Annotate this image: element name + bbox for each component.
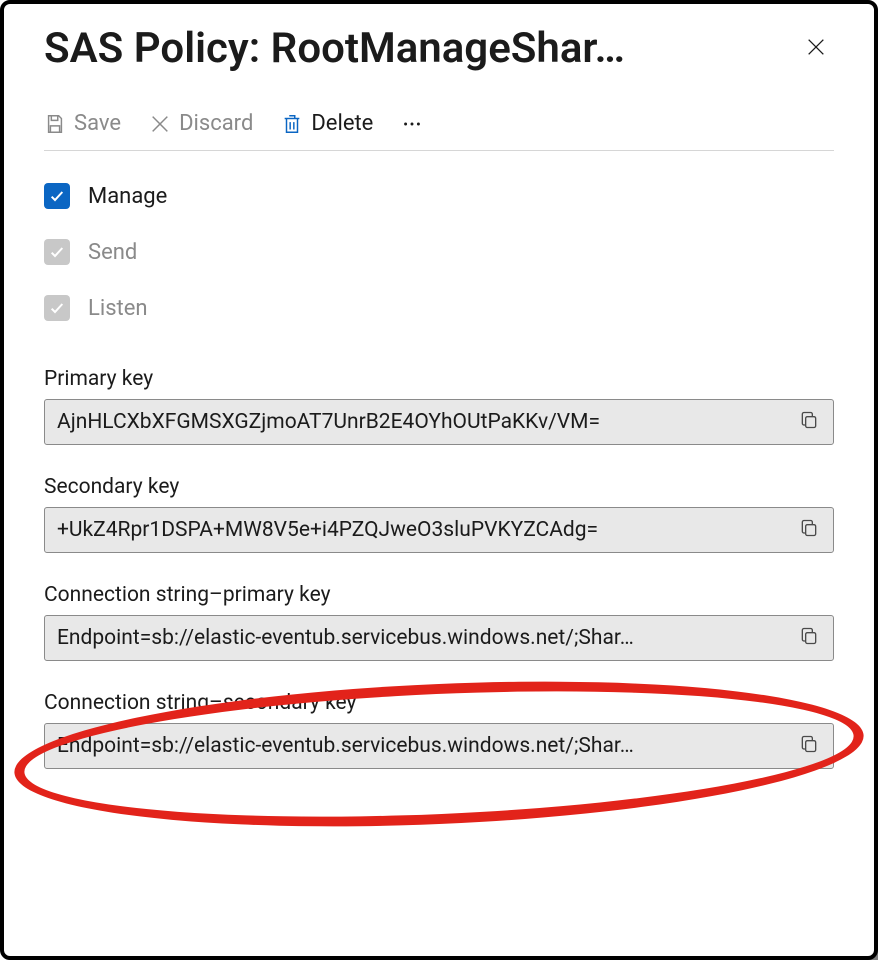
toolbar: Save Discard Delete <box>44 111 834 151</box>
save-label: Save <box>74 111 121 136</box>
close-button[interactable] <box>798 31 834 67</box>
discard-icon <box>149 113 171 135</box>
checkbox-disabled-icon <box>44 239 70 265</box>
primary-key-value[interactable]: AjnHLCXbXFGMSXGZjmoAT7UnrB2E4OYhOUtPaKKv… <box>57 410 787 434</box>
conn-secondary-value[interactable]: Endpoint=sb://elastic-eventub.servicebus… <box>57 734 787 758</box>
claim-manage-label: Manage <box>88 184 167 209</box>
primary-key-field: Primary key AjnHLCXbXFGMSXGZjmoAT7UnrB2E… <box>44 367 834 445</box>
sas-policy-panel: SAS Policy: RootManageShar… Save Discard… <box>0 0 878 960</box>
conn-secondary-field: Connection string–secondary key Endpoint… <box>44 691 834 769</box>
copy-icon <box>799 410 819 434</box>
more-icon <box>401 113 423 135</box>
copy-icon <box>799 626 819 650</box>
copy-conn-secondary-button[interactable] <box>795 732 823 760</box>
close-icon <box>805 36 827 62</box>
discard-button: Discard <box>149 111 253 136</box>
claim-send-label: Send <box>88 240 137 265</box>
claim-listen-label: Listen <box>88 296 148 321</box>
checkbox-checked-icon <box>44 183 70 209</box>
claim-send: Send <box>44 239 834 265</box>
copy-primary-key-button[interactable] <box>795 408 823 436</box>
conn-primary-field: Connection string–primary key Endpoint=s… <box>44 583 834 661</box>
claim-manage[interactable]: Manage <box>44 183 834 209</box>
conn-primary-value[interactable]: Endpoint=sb://elastic-eventub.servicebus… <box>57 626 787 650</box>
copy-icon <box>799 518 819 542</box>
copy-icon <box>799 734 819 758</box>
delete-button[interactable]: Delete <box>281 111 373 136</box>
copy-conn-primary-button[interactable] <box>795 624 823 652</box>
copy-secondary-key-button[interactable] <box>795 516 823 544</box>
save-button: Save <box>44 111 121 136</box>
secondary-key-field: Secondary key +UkZ4Rpr1DSPA+MW8V5e+i4PZQ… <box>44 475 834 553</box>
secondary-key-label: Secondary key <box>44 475 834 499</box>
panel-header: SAS Policy: RootManageShar… <box>44 24 834 73</box>
checkbox-disabled-icon <box>44 295 70 321</box>
conn-secondary-box: Endpoint=sb://elastic-eventub.servicebus… <box>44 723 834 769</box>
primary-key-label: Primary key <box>44 367 834 391</box>
conn-primary-label: Connection string–primary key <box>44 583 834 607</box>
keys-section: Primary key AjnHLCXbXFGMSXGZjmoAT7UnrB2E… <box>44 367 834 769</box>
more-button[interactable] <box>401 113 423 135</box>
claim-listen: Listen <box>44 295 834 321</box>
save-icon <box>44 113 66 135</box>
delete-label: Delete <box>311 111 373 136</box>
conn-primary-box: Endpoint=sb://elastic-eventub.servicebus… <box>44 615 834 661</box>
delete-icon <box>281 113 303 135</box>
secondary-key-box: +UkZ4Rpr1DSPA+MW8V5e+i4PZQJweO3sluPVKYZC… <box>44 507 834 553</box>
discard-label: Discard <box>179 111 253 136</box>
claims-section: Manage Send Listen <box>44 183 834 321</box>
panel-title: SAS Policy: RootManageShar… <box>44 24 798 73</box>
conn-secondary-label: Connection string–secondary key <box>44 691 834 715</box>
primary-key-box: AjnHLCXbXFGMSXGZjmoAT7UnrB2E4OYhOUtPaKKv… <box>44 399 834 445</box>
secondary-key-value[interactable]: +UkZ4Rpr1DSPA+MW8V5e+i4PZQJweO3sluPVKYZC… <box>57 518 787 542</box>
